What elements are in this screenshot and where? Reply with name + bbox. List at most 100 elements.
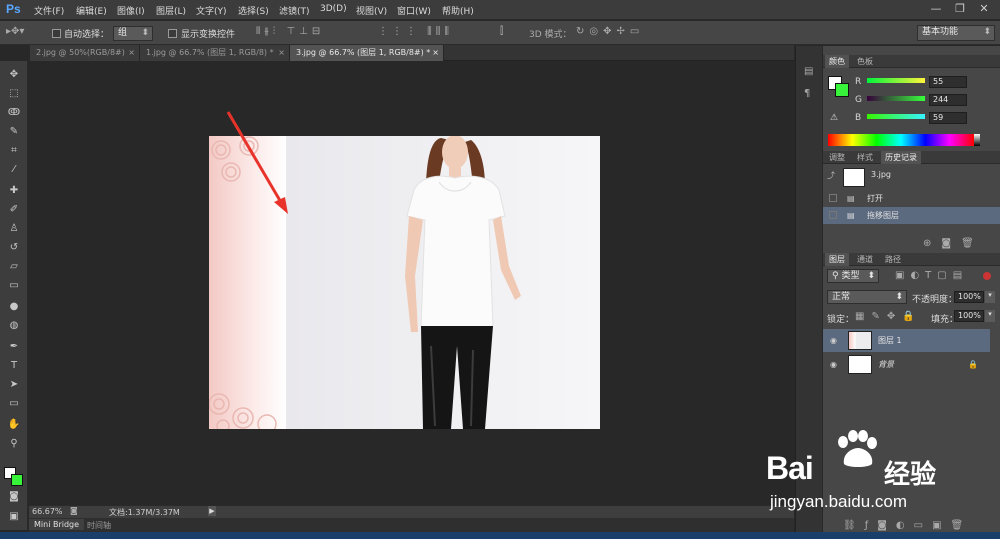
visibility-eye-icon[interactable]: ◉ bbox=[830, 329, 837, 352]
zoom-level[interactable]: 66.67% bbox=[32, 507, 63, 516]
quick-mask-icon[interactable]: ◙ bbox=[6, 489, 22, 505]
bw-ramp[interactable] bbox=[974, 134, 980, 146]
tab-close-icon[interactable]: × bbox=[278, 45, 285, 61]
zoom-tool-icon[interactable]: ⚲ bbox=[6, 436, 22, 452]
crop-tool-icon[interactable]: ⌗ bbox=[6, 143, 22, 159]
tab-close-icon[interactable]: × bbox=[432, 45, 439, 61]
menu-filter[interactable]: 滤镜(T) bbox=[279, 4, 310, 17]
properties-dock-icon[interactable]: ¶ bbox=[804, 88, 810, 99]
3d-mode-icons[interactable]: ↻◎✥✢▭ bbox=[576, 26, 644, 37]
eyedropper-tool-icon[interactable]: ⁄ bbox=[6, 162, 22, 178]
opacity-chevron-icon[interactable]: ▾ bbox=[985, 291, 995, 303]
menu-file[interactable]: 文件(F) bbox=[34, 4, 64, 17]
background-color-swatch[interactable] bbox=[11, 474, 23, 486]
auto-select-checkbox[interactable] bbox=[52, 29, 61, 38]
workspace-dropdown[interactable]: 基本功能 ⬍ bbox=[917, 25, 995, 41]
tab-color[interactable]: 颜色 bbox=[825, 55, 849, 68]
history-brush-source-icon[interactable]: ⤴ bbox=[827, 170, 835, 182]
g-slider[interactable] bbox=[867, 96, 925, 101]
history-footer-icons[interactable]: ⊕◙🗑 bbox=[923, 238, 984, 249]
type-tool-icon[interactable]: T bbox=[6, 358, 22, 374]
status-info-icon[interactable]: ◙ bbox=[70, 506, 78, 515]
r-slider[interactable] bbox=[867, 78, 925, 83]
auto-select-dropdown[interactable]: 组 ⬍ bbox=[113, 26, 153, 41]
move-tool-preset-icon[interactable]: ▸✥▾ bbox=[6, 26, 24, 37]
history-state-checkbox[interactable] bbox=[829, 211, 837, 219]
menu-type[interactable]: 文字(Y) bbox=[196, 4, 227, 17]
dodge-tool-icon[interactable]: ◍ bbox=[6, 318, 22, 334]
menu-help[interactable]: 帮助(H) bbox=[442, 4, 474, 17]
auto-align-icon[interactable]: ⫿ bbox=[500, 26, 503, 37]
tab-1jpg[interactable]: 1.jpg @ 66.7% (图层 1, RGB/8) * × bbox=[140, 45, 290, 61]
menu-select[interactable]: 选择(S) bbox=[238, 4, 269, 17]
align-icons[interactable]: ⫴⫵⫶ ⊤⊥⊟ bbox=[256, 26, 324, 37]
minimize-button[interactable]: — bbox=[924, 0, 948, 18]
tab-3jpg[interactable]: 3.jpg @ 66.7% (图层 1, RGB/8#) * × bbox=[290, 45, 444, 61]
quick-select-tool-icon[interactable]: ✎ bbox=[6, 124, 22, 140]
menu-edit[interactable]: 编辑(E) bbox=[76, 4, 107, 17]
tab-paths[interactable]: 路径 bbox=[881, 253, 905, 266]
layer-row[interactable]: ◉ 背景 🔒 bbox=[823, 353, 990, 376]
menu-layer[interactable]: 图层(L) bbox=[156, 4, 186, 17]
b-slider[interactable] bbox=[867, 114, 925, 119]
layer-row-selected[interactable]: ◉ 图层 1 bbox=[823, 329, 990, 352]
fill-input[interactable]: 100% bbox=[954, 310, 984, 322]
close-button[interactable]: ✕ bbox=[972, 0, 996, 18]
tab-styles[interactable]: 样式 bbox=[853, 151, 877, 164]
lock-icons[interactable]: ▦✎✥🔒 bbox=[855, 311, 922, 322]
visibility-eye-icon[interactable]: ◉ bbox=[830, 353, 837, 376]
history-dock-icon[interactable]: ▤ bbox=[804, 66, 813, 77]
shape-tool-icon[interactable]: ▭ bbox=[6, 396, 22, 412]
lasso-tool-icon[interactable]: ↂ bbox=[6, 105, 22, 121]
tab-timeline[interactable]: 时间轴 bbox=[87, 520, 111, 531]
gamut-warning-icon[interactable]: ⚠ bbox=[830, 113, 838, 123]
layers-footer-icons[interactable]: ⛓ƒ◙◐▭▣🗑 bbox=[843, 520, 972, 531]
path-select-tool-icon[interactable]: ➤ bbox=[6, 377, 22, 393]
clone-stamp-tool-icon[interactable]: ♙ bbox=[6, 221, 22, 237]
status-menu-arrow-icon[interactable]: ▶ bbox=[208, 506, 216, 516]
layer-name[interactable]: 图层 1 bbox=[878, 329, 902, 352]
tab-adjustments[interactable]: 调整 bbox=[825, 151, 849, 164]
blur-tool-icon[interactable]: ● bbox=[6, 299, 22, 315]
tab-mini-bridge[interactable]: Mini Bridge bbox=[29, 519, 85, 530]
hand-tool-icon[interactable]: ✋ bbox=[6, 417, 22, 433]
marquee-tool-icon[interactable]: ⬚ bbox=[6, 86, 22, 102]
blend-mode-dropdown[interactable]: 正常 ⬍ bbox=[827, 290, 907, 304]
tab-history[interactable]: 历史记录 bbox=[881, 151, 921, 164]
brush-tool-icon[interactable]: ✐ bbox=[6, 202, 22, 218]
tab-layers[interactable]: 图层 bbox=[825, 253, 849, 266]
layer-filter-icons[interactable]: ▣◐T▢▤ bbox=[895, 270, 968, 281]
eraser-tool-icon[interactable]: ▱ bbox=[6, 259, 22, 275]
opacity-input[interactable]: 100% bbox=[954, 291, 984, 303]
menu-view[interactable]: 视图(V) bbox=[356, 4, 387, 17]
restore-button[interactable]: ❐ bbox=[948, 0, 972, 18]
history-snapshot[interactable]: ⤴ 3.jpg bbox=[823, 166, 1000, 190]
b-value-input[interactable]: 59 bbox=[929, 112, 967, 124]
filter-toggle-icon[interactable] bbox=[983, 272, 991, 280]
color-spectrum-ramp[interactable] bbox=[828, 134, 974, 146]
history-item-selected[interactable]: ▤ 拖移图层 bbox=[823, 207, 1000, 224]
layer-name[interactable]: 背景 bbox=[878, 353, 894, 376]
g-value-input[interactable]: 244 bbox=[929, 94, 967, 106]
tab-swatches[interactable]: 色板 bbox=[853, 55, 877, 68]
menu-3d[interactable]: 3D(D) bbox=[320, 4, 347, 14]
gradient-tool-icon[interactable]: ▭ bbox=[6, 278, 22, 294]
r-value-input[interactable]: 55 bbox=[929, 76, 967, 88]
fill-chevron-icon[interactable]: ▾ bbox=[985, 310, 995, 322]
tab-2jpg[interactable]: 2.jpg @ 50%(RGB/8#) × bbox=[30, 45, 140, 61]
history-state-checkbox[interactable] bbox=[829, 194, 837, 202]
pen-tool-icon[interactable]: ✒ bbox=[6, 339, 22, 355]
menu-image[interactable]: 图像(I) bbox=[117, 4, 145, 17]
tab-close-icon[interactable]: × bbox=[128, 45, 135, 61]
screen-mode-icon[interactable]: ▣ bbox=[6, 509, 22, 525]
layer-kind-filter[interactable]: ⚲ 类型 ⬍ bbox=[827, 269, 879, 283]
history-brush-tool-icon[interactable]: ↺ bbox=[6, 240, 22, 256]
color-background-swatch[interactable] bbox=[835, 83, 849, 97]
show-transform-checkbox[interactable] bbox=[168, 29, 177, 38]
history-item[interactable]: ▤ 打开 bbox=[823, 190, 1000, 207]
distribute-icons[interactable]: ⋮⋮⋮ ⫼⫼⫼ bbox=[378, 26, 453, 37]
move-tool-icon[interactable]: ✥ bbox=[6, 67, 22, 83]
tab-channels[interactable]: 通道 bbox=[853, 253, 877, 266]
healing-brush-tool-icon[interactable]: ✚ bbox=[6, 183, 22, 199]
menu-window[interactable]: 窗口(W) bbox=[397, 4, 431, 17]
